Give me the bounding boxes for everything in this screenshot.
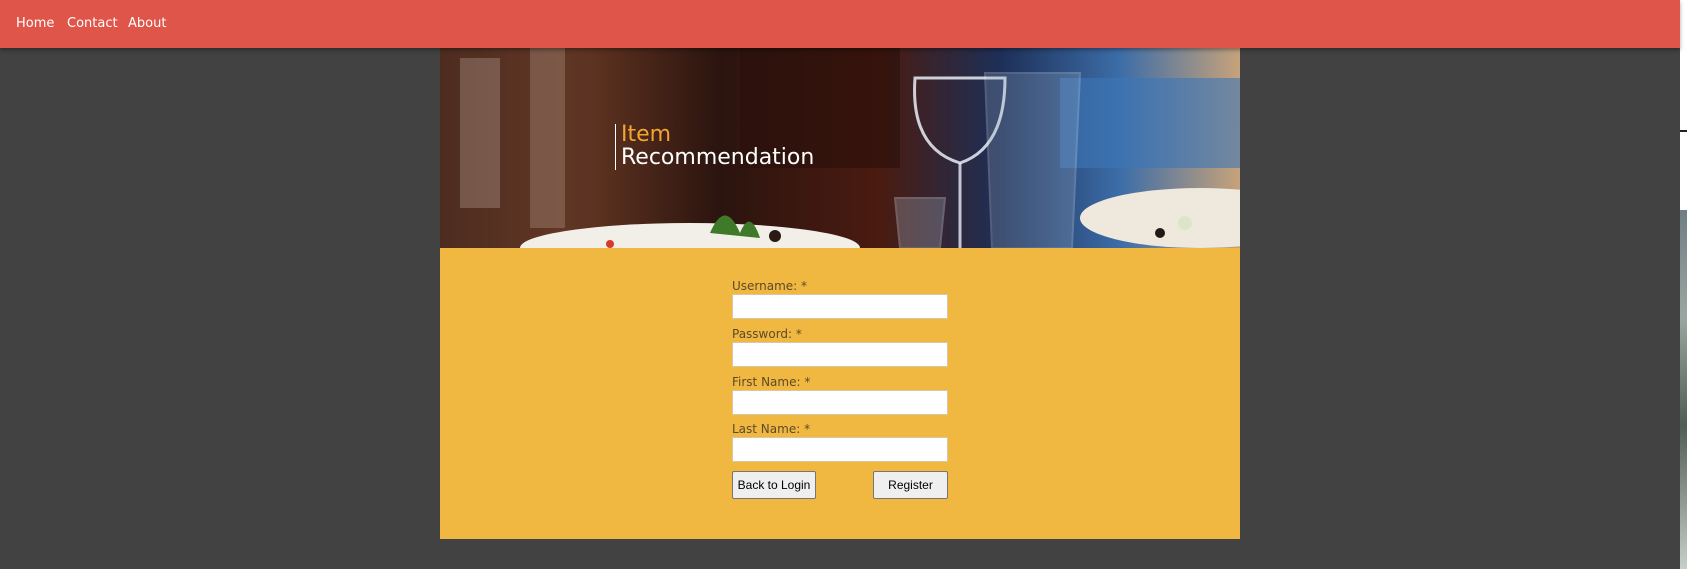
nav-about-link[interactable]: About [128, 16, 166, 31]
back-to-login-button[interactable]: Back to Login [732, 471, 816, 499]
last-name-label: Last Name: * [732, 422, 811, 436]
adjacent-window-fragment [1680, 0, 1687, 60]
site-title: Item Recommendation [615, 124, 814, 170]
nav-contact-link[interactable]: Contact [67, 16, 118, 31]
site-title-line2: Recommendation [621, 145, 815, 170]
register-form: Username: * Password: * First Name: * La… [440, 248, 1240, 539]
last-name-input[interactable] [732, 437, 948, 462]
restaurant-table-photo [440, 48, 1240, 248]
adjacent-window-edge [1680, 0, 1687, 569]
password-label: Password: * [732, 327, 802, 341]
nav-home-link[interactable]: Home [16, 16, 54, 31]
first-name-input[interactable] [732, 390, 948, 415]
site-title-line1: Item [621, 122, 672, 147]
username-label: Username: * [732, 279, 808, 293]
register-button[interactable]: Register [873, 471, 948, 499]
top-navbar: Home Contact About [0, 0, 1680, 48]
adjacent-window-fragment [1680, 130, 1687, 132]
main-container: Item Recommendation Username: * Password… [440, 48, 1240, 539]
username-input[interactable] [732, 294, 948, 319]
password-input[interactable] [732, 342, 948, 367]
first-name-label: First Name: * [732, 375, 811, 389]
hero-banner-image: Item Recommendation [440, 48, 1240, 248]
adjacent-window-fragment [1680, 210, 1687, 569]
